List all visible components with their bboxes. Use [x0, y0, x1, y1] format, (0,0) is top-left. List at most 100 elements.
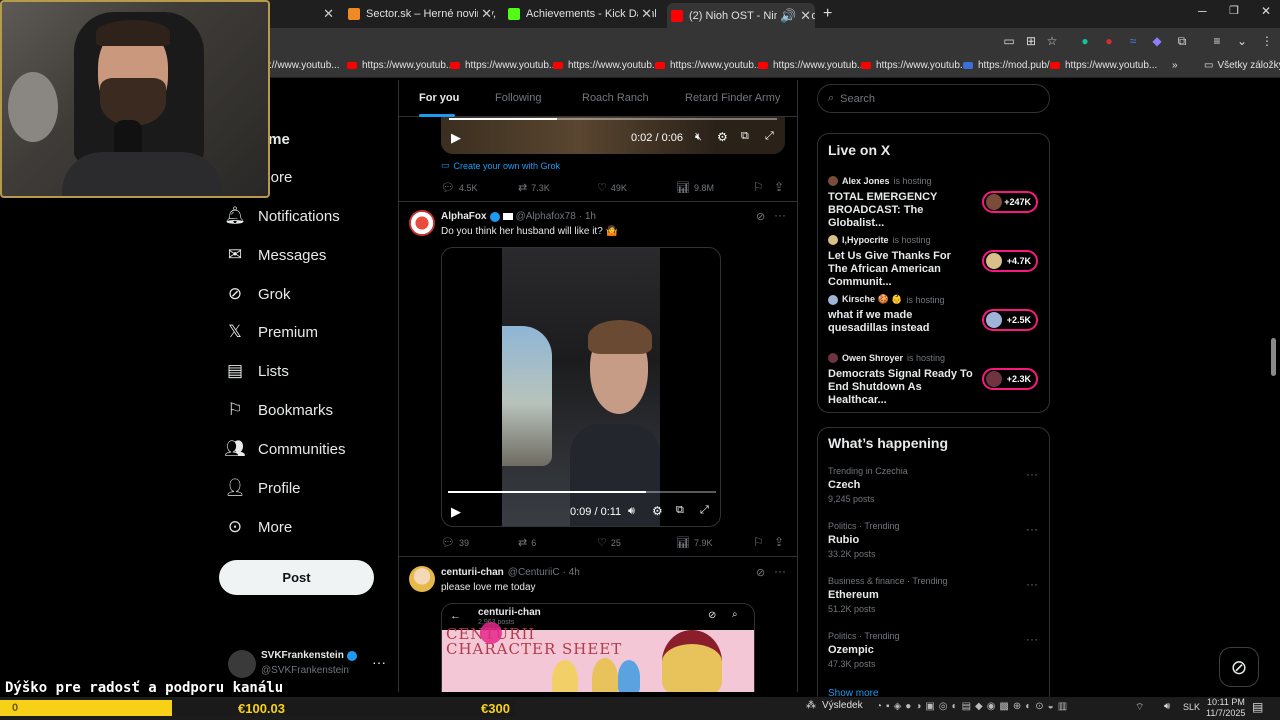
grok-post-icon[interactable]: ⊘: [756, 210, 765, 223]
bookmark-item[interactable]: https://www.youtub...: [450, 60, 557, 71]
video-progress-track[interactable]: [448, 491, 716, 493]
mute-icon[interactable]: 🔇︎: [695, 131, 702, 144]
nav-lists[interactable]: ▤ Lists: [222, 358, 289, 384]
clock-time[interactable]: 10:11 PM: [1207, 697, 1245, 707]
fullscreen-icon[interactable]: ⤢: [700, 504, 709, 517]
live-title-text[interactable]: Democrats Signal Ready To End Shutdown A…: [828, 368, 973, 407]
nav-messages[interactable]: ✉ Messages: [222, 242, 327, 268]
trend-name[interactable]: Rubio: [828, 534, 859, 546]
bookmark-item[interactable]: https://www.youtub...: [655, 60, 762, 71]
close-icon[interactable]: 🔊 ✕: [777, 7, 811, 24]
nav-premium[interactable]: 𝕏 Premium: [222, 319, 318, 345]
star-icon[interactable]: ☆: [1045, 34, 1059, 48]
bookmark-item[interactable]: https://www.youtub...: [861, 60, 968, 71]
repost-button[interactable]: ⇄ 7.3K: [518, 181, 550, 194]
avatar[interactable]: [409, 210, 435, 236]
volume-tray-icon[interactable]: 🔊︎: [1164, 701, 1170, 712]
close-icon[interactable]: ✕: [638, 6, 652, 22]
video-player[interactable]: ▶ 0:02 / 0:06 🔇︎ ⚙ ⧉ ⤢: [441, 116, 785, 154]
nav-grok[interactable]: ⊘ Grok: [222, 281, 291, 307]
video-player[interactable]: ▶ 0:09 / 0:11 🔊︎ ⚙ ⧉ ⤢: [441, 247, 721, 527]
notification-icon[interactable]: ▤: [1252, 700, 1263, 714]
translate-icon[interactable]: ⊞: [1024, 34, 1038, 48]
live-host[interactable]: Owen Shroyer is hosting: [828, 353, 945, 363]
tab-following[interactable]: Following: [495, 92, 541, 104]
pip-icon[interactable]: ⧉: [741, 130, 749, 143]
bookmark-item[interactable]: s://www.youtub...: [264, 60, 340, 71]
close-icon[interactable]: ✕: [478, 6, 492, 22]
grammarly-icon[interactable]: ●: [1078, 34, 1092, 48]
extensions-icon[interactable]: ⧉: [1175, 34, 1189, 48]
author-name[interactable]: centurii-chan: [441, 567, 504, 578]
wifi-icon[interactable]: ⌔: [1135, 701, 1144, 714]
tab-youtube[interactable]: (2) Nioh OST - Nine Tailed I 🔊 ✕: [667, 3, 815, 28]
pip-icon[interactable]: ⧉: [676, 504, 684, 517]
share-icon[interactable]: ⇪: [774, 535, 784, 549]
live-host[interactable]: Alex Jones is hosting: [828, 176, 932, 186]
live-listeners-pill[interactable]: +2.5K: [982, 309, 1038, 331]
trend-name[interactable]: Ozempic: [828, 644, 874, 656]
trend-name[interactable]: Ethereum: [828, 589, 879, 601]
live-host[interactable]: I,Hypocrite is hosting: [828, 235, 931, 245]
live-title-text[interactable]: TOTAL EMERGENCY BROADCAST: The Globalist…: [828, 191, 973, 230]
nav-bookmarks[interactable]: ⚐ Bookmarks: [222, 397, 333, 423]
extension-diamond-icon[interactable]: ◆: [1150, 34, 1164, 48]
post-more-icon[interactable]: ···: [774, 208, 786, 222]
live-host[interactable]: Kirsche 🍪 👶 is hosting: [828, 294, 944, 305]
tab-retard-finder-army[interactable]: Retard Finder Army: [685, 92, 780, 104]
post-button[interactable]: Post: [219, 560, 374, 595]
video-progress-track[interactable]: [449, 118, 777, 120]
bookmarks-overflow-icon[interactable]: »: [1172, 60, 1178, 71]
live-listeners-pill[interactable]: +247K: [982, 191, 1038, 213]
grok-fab[interactable]: ⊘: [1219, 647, 1259, 687]
tab-roach-ranch[interactable]: Roach Ranch: [582, 92, 649, 104]
settings-icon[interactable]: ⚙: [717, 130, 728, 144]
author-name[interactable]: AlphaFox: [441, 211, 487, 222]
clock-date[interactable]: 11/7/2025: [1206, 708, 1245, 718]
scrollbar-thumb[interactable]: [1271, 338, 1276, 376]
bookmark-item[interactable]: https://mod.pub/: [963, 60, 1050, 71]
taskbar-search[interactable]: ⁂ Výsledek: [806, 700, 863, 711]
new-tab-icon[interactable]: +: [823, 5, 832, 23]
live-listeners-pill[interactable]: +4.7K: [982, 250, 1038, 272]
bookmark-item[interactable]: https://www.youtub...: [1050, 60, 1157, 71]
extension-wave-icon[interactable]: ≈: [1126, 34, 1140, 48]
settings-icon[interactable]: ⚙: [652, 504, 663, 518]
nav-notifications[interactable]: 🔔︎ Notifications: [222, 203, 340, 229]
author-handle[interactable]: @Alphafox78: [516, 211, 576, 222]
share-icon[interactable]: ⇪: [774, 180, 784, 194]
grok-create-link[interactable]: ▭ Create your own with Grok: [441, 160, 560, 171]
account-switcher[interactable]: SVKFrankenstein @SVKFrankenstein ···: [224, 648, 394, 680]
bookmark-post-icon[interactable]: ⚐: [753, 180, 764, 194]
extension-red-icon[interactable]: ●: [1102, 34, 1116, 48]
tab-for-you[interactable]: For you: [419, 92, 459, 104]
play-icon[interactable]: ▶: [451, 130, 461, 146]
reply-button[interactable]: 💬︎ 4.5K: [441, 181, 477, 194]
trend-more-icon[interactable]: ···: [1026, 632, 1038, 646]
volume-icon[interactable]: 🔊︎: [628, 505, 635, 518]
like-button[interactable]: ♡ 25: [597, 536, 621, 549]
post-more-icon[interactable]: ···: [774, 564, 786, 578]
tab-hidden-partial[interactable]: ✕: [272, 3, 338, 25]
bookmark-item[interactable]: https://www.youtub...: [553, 60, 660, 71]
bookmark-post-icon[interactable]: ⚐: [753, 535, 764, 549]
restore-icon[interactable]: ❐: [1229, 4, 1239, 17]
trend-more-icon[interactable]: ···: [1026, 522, 1038, 536]
embedded-image[interactable]: ← centurii-chan 2,963 posts ⊘ ⌕ CENTURII…: [441, 603, 755, 692]
all-bookmarks-folder[interactable]: ▭ Všetky záložky: [1204, 60, 1280, 71]
cast-icon[interactable]: ▭: [1002, 34, 1016, 48]
chevron-down-icon[interactable]: ⌄: [1235, 34, 1249, 48]
more-vert-icon[interactable]: ⋮: [1260, 34, 1274, 48]
account-more-icon[interactable]: ···: [372, 654, 386, 670]
tab-kick[interactable]: Achievements - Kick Dashboard ✕: [508, 3, 656, 25]
author-handle[interactable]: @CenturiiC: [508, 567, 560, 578]
trend-more-icon[interactable]: ···: [1026, 577, 1038, 591]
live-listeners-pill[interactable]: +2.3K: [982, 368, 1038, 390]
views-button[interactable]: 📊︎ 9.8M: [676, 181, 714, 194]
fullscreen-icon[interactable]: ⤢: [765, 130, 774, 143]
menu-icon[interactable]: ≡: [1210, 34, 1224, 48]
live-title-text[interactable]: Let Us Give Thanks For The African Ameri…: [828, 250, 973, 289]
language-indicator[interactable]: SLK: [1183, 702, 1200, 712]
nav-profile[interactable]: 👤︎ Profile: [222, 475, 300, 501]
like-button[interactable]: ♡ 49K: [597, 181, 627, 194]
